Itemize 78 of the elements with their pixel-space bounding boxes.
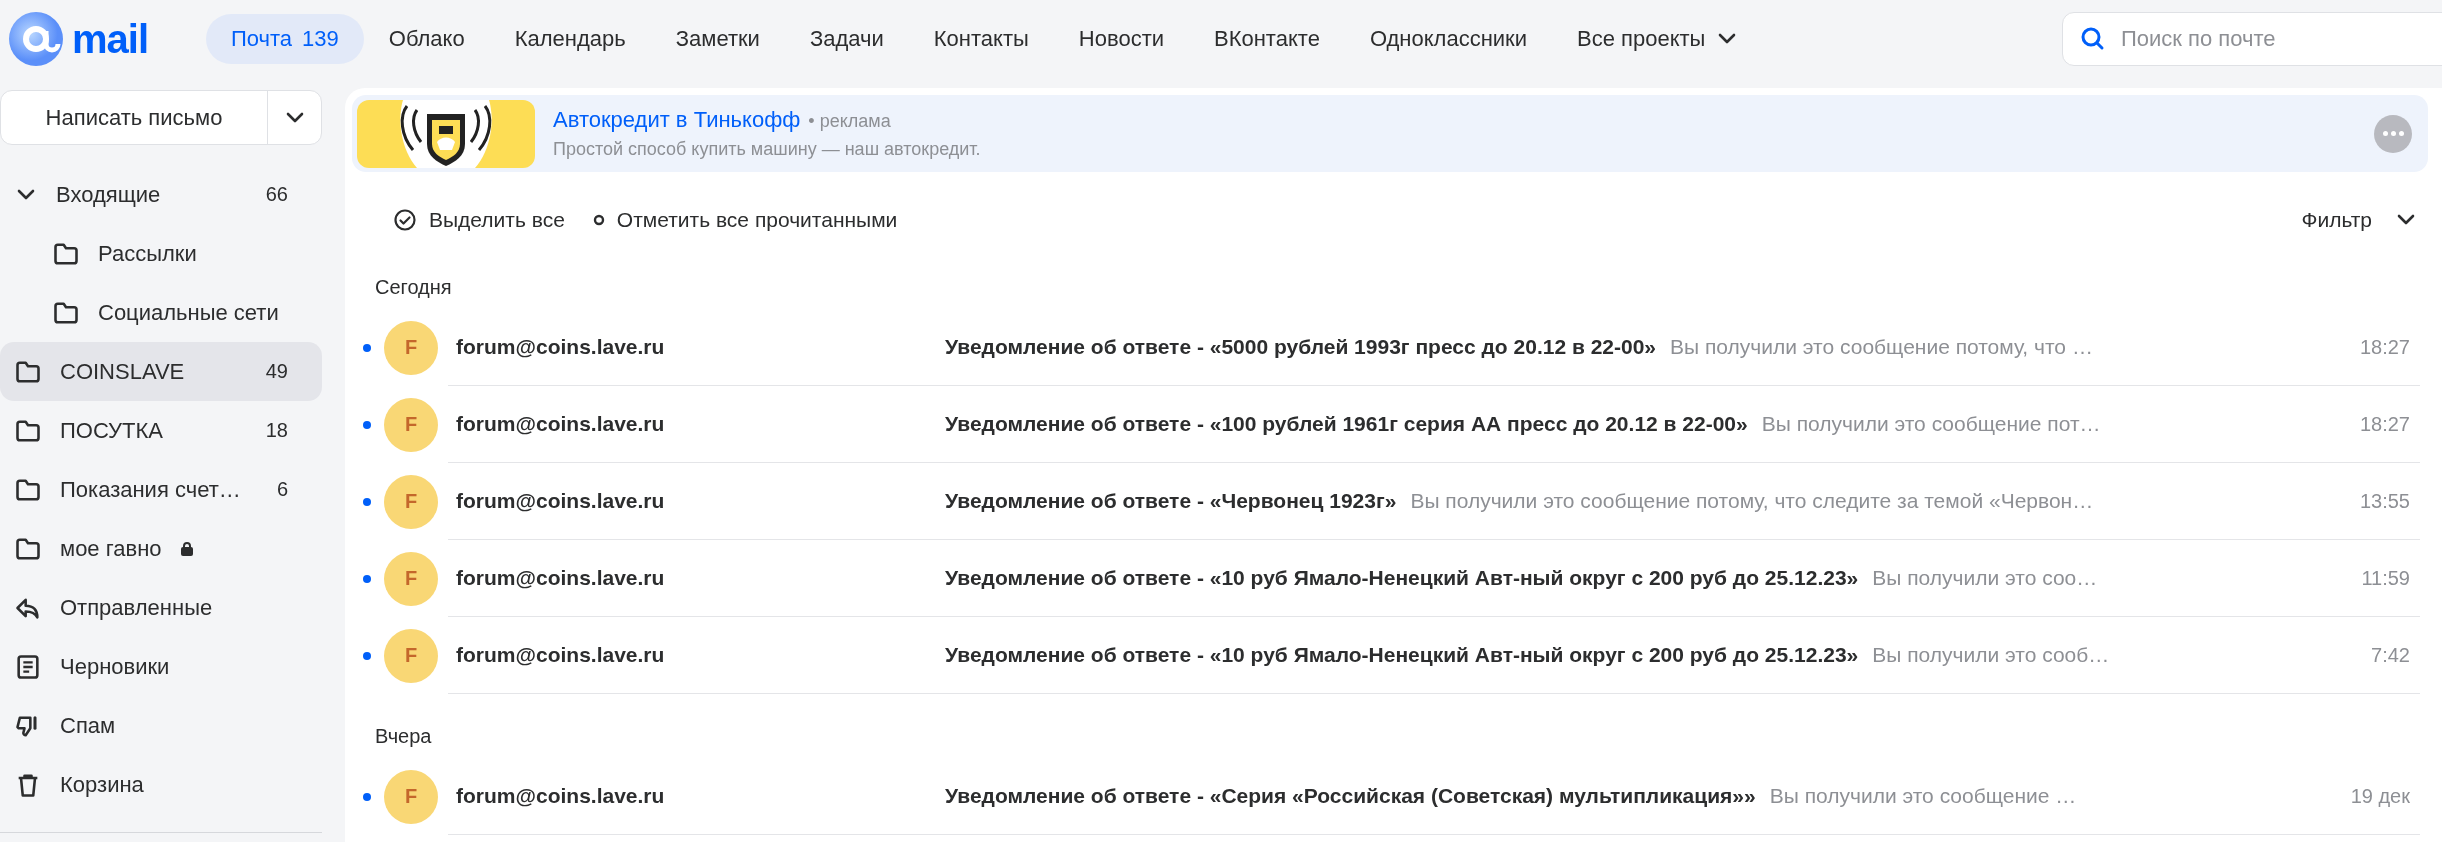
message-time: 18:27 xyxy=(2358,412,2411,436)
folder-item[interactable]: ПОСУТКА 18 xyxy=(0,401,322,460)
at-sign-logo-icon xyxy=(6,9,66,69)
message-snippet: Вы получили это сообщение потому, что следите за темой «Червон… xyxy=(1410,489,2094,513)
coat-of-arms-icon xyxy=(357,99,535,168)
date-group-label: Сегодня xyxy=(375,275,452,299)
logo-text[interactable]: mail xyxy=(72,16,149,62)
message-time: 7:42 xyxy=(2370,643,2411,667)
message-snippet: Вы получили это сообщение … xyxy=(1769,784,2077,808)
ad-title-link[interactable]: Автокредит в Тинькофф xyxy=(553,107,801,133)
message-row[interactable]: forum@coins.lave.ru Уведомление об ответе - «5000 рублей 1993г пресс до 20.12 в 22-00» Вы получили это сообщение потому, что … 18:27 xyxy=(448,309,2420,386)
message-row[interactable]: forum@coins.lave.ru Уведомление об ответе - «10 руб Ямало-Ненецкий Авт-ный округ с 200 руб до 25.12.23» Вы получили это соо… 11:59 xyxy=(448,540,2420,617)
nav-tab[interactable]: ВКонтакте xyxy=(1189,14,1345,64)
filter-button[interactable]: Фильтр xyxy=(2301,208,2418,232)
sender-avatar: F xyxy=(384,769,438,824)
sender-name: forum@coins.lave.ru xyxy=(456,566,665,590)
message-time: 13:55 xyxy=(2358,489,2411,513)
folder-item[interactable]: мое гавно xyxy=(0,519,322,578)
message-snippet: Вы получили это сообщение потому, что … xyxy=(1670,335,2093,359)
unread-dot[interactable] xyxy=(363,497,371,506)
unread-dot[interactable] xyxy=(363,343,371,352)
ad-text: Простой способ купить машину — наш автокредит. xyxy=(553,139,981,160)
sender-name: forum@coins.lave.ru xyxy=(456,489,665,513)
ring-dot-icon xyxy=(592,214,605,226)
nav-tab[interactable]: Облако xyxy=(363,14,490,64)
message-row[interactable]: forum@coins.lave.ru Уведомление об ответе - «10 руб Ямало-Ненецкий Авт-ный округ с 200 руб до 25.12.23» Вы получили это сооб… 7:42 xyxy=(448,617,2420,694)
search-field[interactable]: Поиск по почте xyxy=(2062,12,2442,66)
nav-tab[interactable]: Задачи xyxy=(784,14,909,64)
folder-item[interactable]: Рассылки xyxy=(0,224,322,283)
check-circle-icon xyxy=(393,208,417,232)
folder-item[interactable]: Отправленные xyxy=(0,578,322,637)
nav-tab[interactable]: Одноклассники xyxy=(1344,14,1553,64)
message-time: 18:27 xyxy=(2358,335,2411,359)
sender-avatar: F xyxy=(384,628,438,683)
message-snippet: Вы получили это сооб… xyxy=(1872,643,2110,667)
sender-avatar: F xyxy=(384,551,438,606)
message-subject: Уведомление об ответе - «10 руб Ямало-Ненецкий Авт-ный округ с 200 руб до 25.12.23» xyxy=(945,566,1859,590)
nav-tab[interactable]: Заметки xyxy=(650,14,785,64)
folder-item[interactable]: Корзина xyxy=(0,755,322,814)
sender-name: forum@coins.lave.ru xyxy=(456,643,665,667)
document-icon xyxy=(14,652,42,681)
message-subject: Уведомление об ответе - «5000 рублей 1993г пресс до 20.12 в 22-00» xyxy=(945,335,1657,359)
message-subject: Уведомление об ответе - «Червонец 1923г» xyxy=(945,489,1397,513)
sender-name: forum@coins.lave.ru xyxy=(456,412,665,436)
folder-item[interactable]: Черновики xyxy=(0,637,322,696)
message-time: 19 дек xyxy=(2349,784,2411,808)
nav-tab[interactable]: Все проекты xyxy=(1552,14,1765,64)
nav-tab[interactable]: Почта 139 xyxy=(206,14,364,64)
message-subject: Уведомление об ответе - «100 рублей 1961г серия АА пресс до 20.12 в 22-00» xyxy=(945,412,1748,436)
folder-item[interactable]: Входящие 66 xyxy=(0,165,322,224)
message-row[interactable]: forum@coins.lave.ru Уведомление об ответе - «Серия «Российская (Советская) мультипликация»» Вы получили это сообщение … 19 дек xyxy=(448,758,2420,835)
mark-all-read-button[interactable]: Отметить все прочитанными xyxy=(592,208,898,232)
ad-label: • реклама xyxy=(808,111,891,132)
nav-tab[interactable]: Новости xyxy=(1053,14,1189,64)
sender-avatar: F xyxy=(384,320,438,375)
sender-name: forum@coins.lave.ru xyxy=(456,335,665,359)
message-row[interactable]: forum@coins.lave.ru Уведомление об ответе - «100 рублей 1961г серия АА пресс до 20.12 в 22-00» Вы получили это сообщение пот… 18:27 xyxy=(448,386,2420,463)
sender-avatar: F xyxy=(384,474,438,529)
folder-item[interactable]: COINSLAVE 49 xyxy=(0,342,322,401)
unread-dot[interactable] xyxy=(363,651,371,660)
folder-item[interactable]: Спам xyxy=(0,696,322,755)
nav-tab[interactable]: Календарь xyxy=(489,14,651,64)
sender-avatar: F xyxy=(384,397,438,452)
message-subject: Уведомление об ответе - «10 руб Ямало-Ненецкий Авт-ный округ с 200 руб до 25.12.23» xyxy=(945,643,1859,667)
message-snippet: Вы получили это соо… xyxy=(1872,566,2098,590)
message-row[interactable]: forum@coins.lave.ru Уведомление об ответе - «Червонец 1923г» Вы получили это сообщение потому, что следите за темой «Червон… 13:55 xyxy=(448,463,2420,540)
unread-dot[interactable] xyxy=(363,792,371,801)
unread-dot[interactable] xyxy=(363,574,371,583)
unread-dot[interactable] xyxy=(363,420,371,429)
nav-tab[interactable]: Контакты xyxy=(908,14,1054,64)
message-time: 11:59 xyxy=(2360,566,2411,590)
date-group-label: Вчера xyxy=(375,724,432,748)
select-all-button[interactable]: Выделить все xyxy=(393,208,565,232)
message-snippet: Вы получили это сообщение пот… xyxy=(1761,412,2101,436)
folder-item[interactable]: Социальные сети xyxy=(0,283,322,342)
sender-name: forum@coins.lave.ru xyxy=(456,784,665,808)
message-subject: Уведомление об ответе - «Серия «Российская (Советская) мультипликация»» xyxy=(945,784,1756,808)
folder-item[interactable]: Показания счет… 6 xyxy=(0,460,322,519)
